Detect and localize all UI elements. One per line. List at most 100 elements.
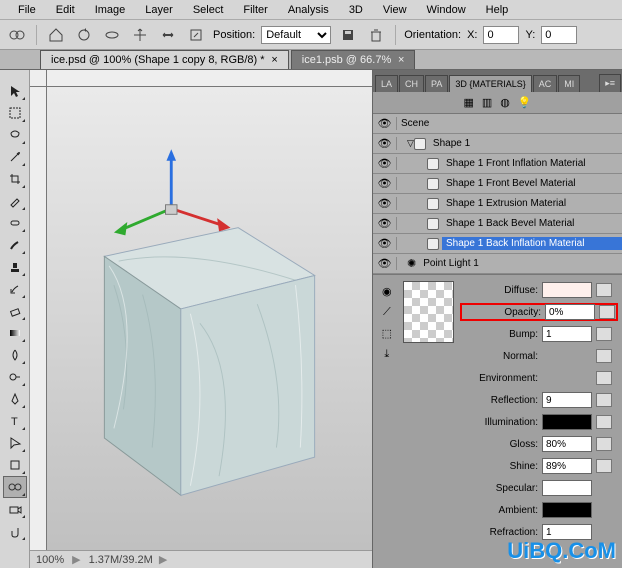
visibility-icon[interactable]: 👁 [373, 237, 397, 250]
brush-tool[interactable] [3, 234, 27, 256]
bump-value[interactable]: 1 [542, 326, 592, 342]
scene-root[interactable]: 👁 Scene [373, 114, 622, 134]
visibility-icon[interactable]: 👁 [373, 157, 397, 170]
filter-material-icon[interactable]: ◍ [500, 96, 510, 109]
gradient-tool[interactable] [3, 322, 27, 344]
3d-viewport[interactable] [47, 87, 372, 550]
save-icon[interactable] [337, 24, 359, 46]
rotate-icon[interactable] [73, 24, 95, 46]
lasso-tool[interactable] [3, 124, 27, 146]
filter-light-icon[interactable]: 💡 [518, 96, 532, 109]
heal-tool[interactable] [3, 212, 27, 234]
y-input[interactable] [541, 26, 577, 44]
material-select-icon[interactable]: ⬚ [382, 327, 392, 340]
tab-mini[interactable]: MI [558, 75, 580, 92]
shine-value[interactable]: 89% [542, 458, 592, 474]
normal-texture-icon[interactable] [596, 349, 612, 363]
tab-paths[interactable]: PA [425, 75, 448, 92]
tab-actions[interactable]: AC [533, 75, 558, 92]
3d-object-tool[interactable] [3, 476, 27, 498]
pan-icon[interactable] [129, 24, 151, 46]
specular-color[interactable] [542, 480, 592, 496]
x-input[interactable] [483, 26, 519, 44]
visibility-icon[interactable]: 👁 [373, 137, 397, 150]
gloss-texture-icon[interactable] [596, 437, 612, 451]
tab-channels[interactable]: CH [399, 75, 424, 92]
stamp-tool[interactable] [3, 256, 27, 278]
filter-mesh-icon[interactable]: ▥ [482, 96, 492, 109]
menu-file[interactable]: File [8, 1, 46, 19]
slide-icon[interactable] [157, 24, 179, 46]
roll-icon[interactable] [101, 24, 123, 46]
menu-3d[interactable]: 3D [339, 1, 373, 19]
close-icon[interactable]: × [398, 54, 404, 66]
reflection-texture-icon[interactable] [596, 393, 612, 407]
doc-tab-1[interactable]: ice.psd @ 100% (Shape 1 copy 8, RGB/8) *… [40, 50, 289, 69]
material-load-icon[interactable]: ⤓ [384, 348, 389, 361]
pen-tool[interactable] [3, 388, 27, 410]
menu-filter[interactable]: Filter [233, 1, 277, 19]
ruler-horizontal[interactable] [47, 70, 372, 87]
shape-tool[interactable] [3, 454, 27, 476]
home-icon[interactable] [45, 24, 67, 46]
visibility-icon[interactable]: 👁 [373, 117, 397, 130]
dodge-tool[interactable] [3, 366, 27, 388]
hand-tool[interactable] [3, 520, 27, 542]
blur-tool[interactable] [3, 344, 27, 366]
canvas[interactable] [47, 87, 372, 550]
reflection-value[interactable]: 9 [542, 392, 592, 408]
visibility-icon[interactable]: 👁 [373, 197, 397, 210]
tab-layers[interactable]: LA [375, 75, 398, 92]
history-brush-tool[interactable] [3, 278, 27, 300]
scene-item-material[interactable]: 👁 Shape 1 Front Bevel Material [373, 174, 622, 194]
scene-item-material[interactable]: 👁 Shape 1 Extrusion Material [373, 194, 622, 214]
illumination-texture-icon[interactable] [596, 415, 612, 429]
gloss-value[interactable]: 80% [542, 436, 592, 452]
filter-scene-icon[interactable]: ▦ [463, 96, 473, 109]
path-tool[interactable] [3, 432, 27, 454]
scene-item-material[interactable]: 👁 Shape 1 Back Bevel Material [373, 214, 622, 234]
panel-menu-icon[interactable]: ▸≡ [599, 74, 621, 92]
illumination-color[interactable] [542, 414, 592, 430]
menu-image[interactable]: Image [85, 1, 136, 19]
eyedropper-tool[interactable] [3, 190, 27, 212]
type-tool[interactable]: T [3, 410, 27, 432]
eraser-tool[interactable] [3, 300, 27, 322]
bump-texture-icon[interactable] [596, 327, 612, 341]
diffuse-texture-icon[interactable] [596, 283, 612, 297]
scene-item-material[interactable]: 👁 Shape 1 Front Inflation Material [373, 154, 622, 174]
menu-view[interactable]: View [373, 1, 417, 19]
environment-texture-icon[interactable] [596, 371, 612, 385]
menu-edit[interactable]: Edit [46, 1, 85, 19]
3d-camera-tool[interactable] [3, 498, 27, 520]
menu-analysis[interactable]: Analysis [278, 1, 339, 19]
tab-3d-materials[interactable]: 3D {MATERIALS} [449, 75, 531, 92]
zoom-display[interactable]: 100% [36, 554, 64, 566]
scale-icon[interactable] [185, 24, 207, 46]
position-select[interactable]: Default [261, 26, 331, 44]
scene-tree[interactable]: 👁 Scene 👁 ▽ Shape 1 👁 Shape 1 Front Infl… [373, 114, 622, 275]
tool-preset-icon[interactable] [6, 24, 28, 46]
marquee-tool[interactable] [3, 102, 27, 124]
material-preview[interactable] [403, 281, 454, 343]
opacity-texture-icon[interactable] [599, 305, 615, 319]
wand-tool[interactable] [3, 146, 27, 168]
ruler-vertical[interactable] [30, 87, 47, 568]
menu-window[interactable]: Window [417, 1, 476, 19]
scene-item-mesh[interactable]: 👁 ▽ Shape 1 [373, 134, 622, 154]
visibility-icon[interactable]: 👁 [373, 177, 397, 190]
visibility-icon[interactable]: 👁 [373, 217, 397, 230]
visibility-icon[interactable]: 👁 [373, 257, 397, 270]
close-icon[interactable]: × [271, 54, 277, 66]
shine-texture-icon[interactable] [596, 459, 612, 473]
crop-tool[interactable] [3, 168, 27, 190]
opacity-value[interactable]: 0% [545, 304, 595, 320]
doc-tab-2[interactable]: ice1.psb @ 66.7% × [291, 50, 416, 69]
move-tool[interactable] [3, 80, 27, 102]
material-picker-icon[interactable]: ◉ [382, 285, 392, 298]
menu-help[interactable]: Help [476, 1, 519, 19]
toggle-icon[interactable]: ▽ [407, 138, 414, 149]
delete-icon[interactable] [365, 24, 387, 46]
menu-layer[interactable]: Layer [135, 1, 183, 19]
scene-item-material-selected[interactable]: 👁 Shape 1 Back Inflation Material [373, 234, 622, 254]
